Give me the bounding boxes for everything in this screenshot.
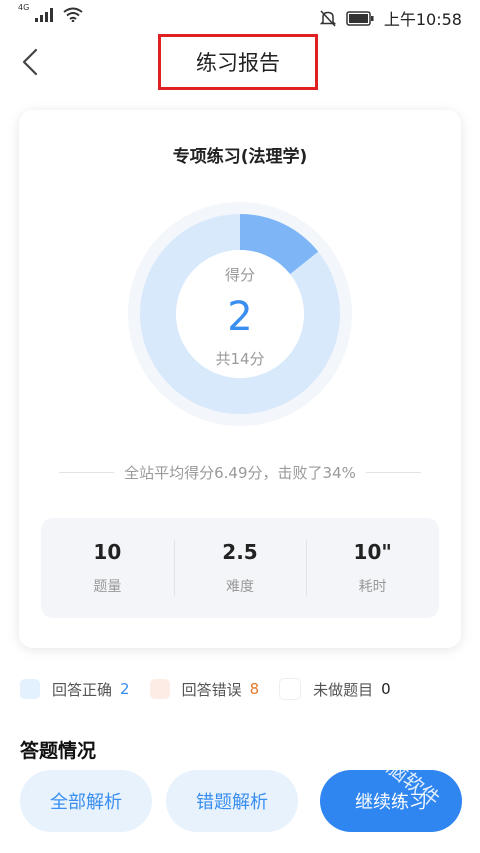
back-arrow-icon [22, 48, 38, 76]
legend-swatch-wrong [149, 679, 170, 699]
legend-swatch-correct [20, 679, 40, 699]
average-comparison: 全站平均得分6.49分，击败了34% [59, 462, 421, 483]
stat-value: 2.5 [222, 540, 258, 564]
legend-label: 回答错误 [181, 680, 242, 699]
stats-panel: 10 题量 2.5 难度 10" 耗时 [41, 518, 439, 618]
report-card: 专项练习(法理学) 得分 2 共14分 全站平均得分6.49分，击败了34% 1… [19, 110, 461, 648]
stat-time-used: 10" 耗时 [306, 518, 439, 618]
legend-unanswered: 未做题目 0 [279, 678, 391, 700]
stat-label: 耗时 [358, 579, 387, 595]
legend-count: 2 [120, 680, 130, 698]
wrong-analysis-button[interactable]: 错题解析 [166, 770, 298, 832]
stat-value: 10 [93, 540, 122, 564]
wifi-icon [63, 7, 83, 22]
status-bar: 4G 上午10:58 [0, 0, 480, 34]
answer-status-heading: 答题情况 [20, 740, 97, 762]
signal-icon [35, 8, 54, 22]
legend-count: 0 [381, 680, 391, 698]
mute-icon [319, 9, 336, 27]
legend-swatch-unanswered [279, 678, 302, 700]
legend-label: 未做题目 [313, 680, 374, 699]
legend-wrong: 回答错误 8 [149, 679, 260, 700]
score-label: 得分 [224, 266, 255, 284]
score-total: 共14分 [215, 350, 265, 368]
stat-question-count: 10 题量 [41, 518, 174, 618]
top-bar: 练习报告 [0, 34, 480, 90]
legend-count: 8 [249, 680, 260, 698]
divider-line-right [365, 472, 421, 473]
stat-value: 10" [353, 540, 392, 564]
continue-practice-button[interactable]: 继续练习 [320, 770, 462, 832]
clock: 上午10:58 [383, 10, 462, 29]
stat-difficulty: 2.5 难度 [173, 518, 307, 618]
stat-label: 题量 [93, 579, 122, 595]
comparison-text: 全站平均得分6.49分，击败了34% [124, 464, 356, 482]
page-title: 练习报告 [158, 34, 318, 90]
all-analysis-button[interactable]: 全部解析 [20, 770, 152, 832]
legend-correct: 回答正确 2 [20, 679, 130, 700]
legend-label: 回答正确 [52, 680, 113, 699]
score-value: 2 [227, 294, 253, 340]
battery-icon [346, 10, 374, 26]
stat-label: 难度 [226, 579, 254, 595]
network-type: 4G [18, 3, 30, 12]
back-button[interactable] [12, 44, 48, 80]
divider-line-left [59, 472, 115, 473]
answer-legend: 回答正确 2 回答错误 8 未做题目 0 [20, 678, 470, 700]
practice-title: 专项练习(法理学) [172, 147, 308, 167]
